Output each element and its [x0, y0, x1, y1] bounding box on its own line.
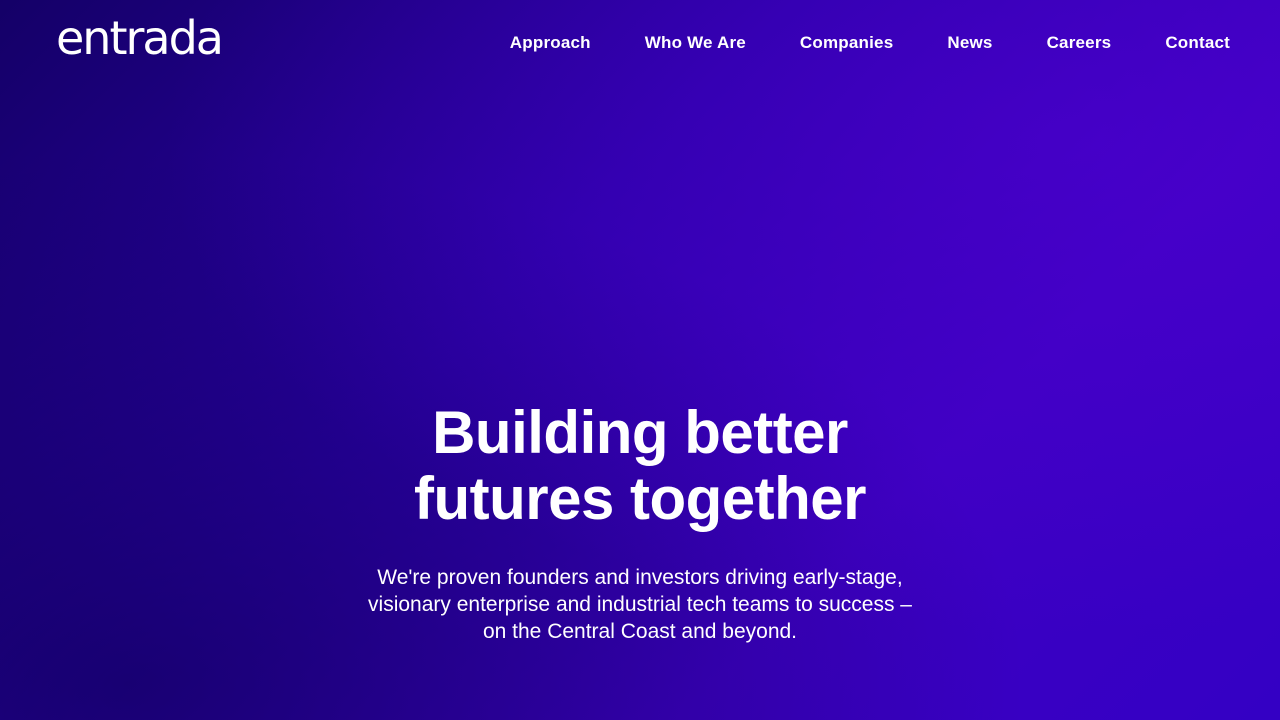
- hero-subtitle: We're proven founders and investors driv…: [368, 566, 912, 643]
- nav-companies[interactable]: Companies: [800, 31, 893, 55]
- hero-section: Building better futures together We're p…: [0, 400, 1280, 645]
- hero-headline: Building better futures together: [413, 399, 867, 532]
- nav-careers[interactable]: Careers: [1047, 31, 1112, 55]
- nav-news[interactable]: News: [947, 31, 992, 55]
- main-nav: Approach Who We Are Companies News Caree…: [510, 31, 1230, 55]
- nav-who-we-are[interactable]: Who We Are: [645, 31, 746, 55]
- entrada-logo[interactable]: entrada: [56, 10, 224, 66]
- nav-approach[interactable]: Approach: [510, 31, 591, 55]
- nav-contact[interactable]: Contact: [1165, 31, 1230, 55]
- site-header: entrada Approach Who We Are Companies Ne…: [0, 0, 1280, 86]
